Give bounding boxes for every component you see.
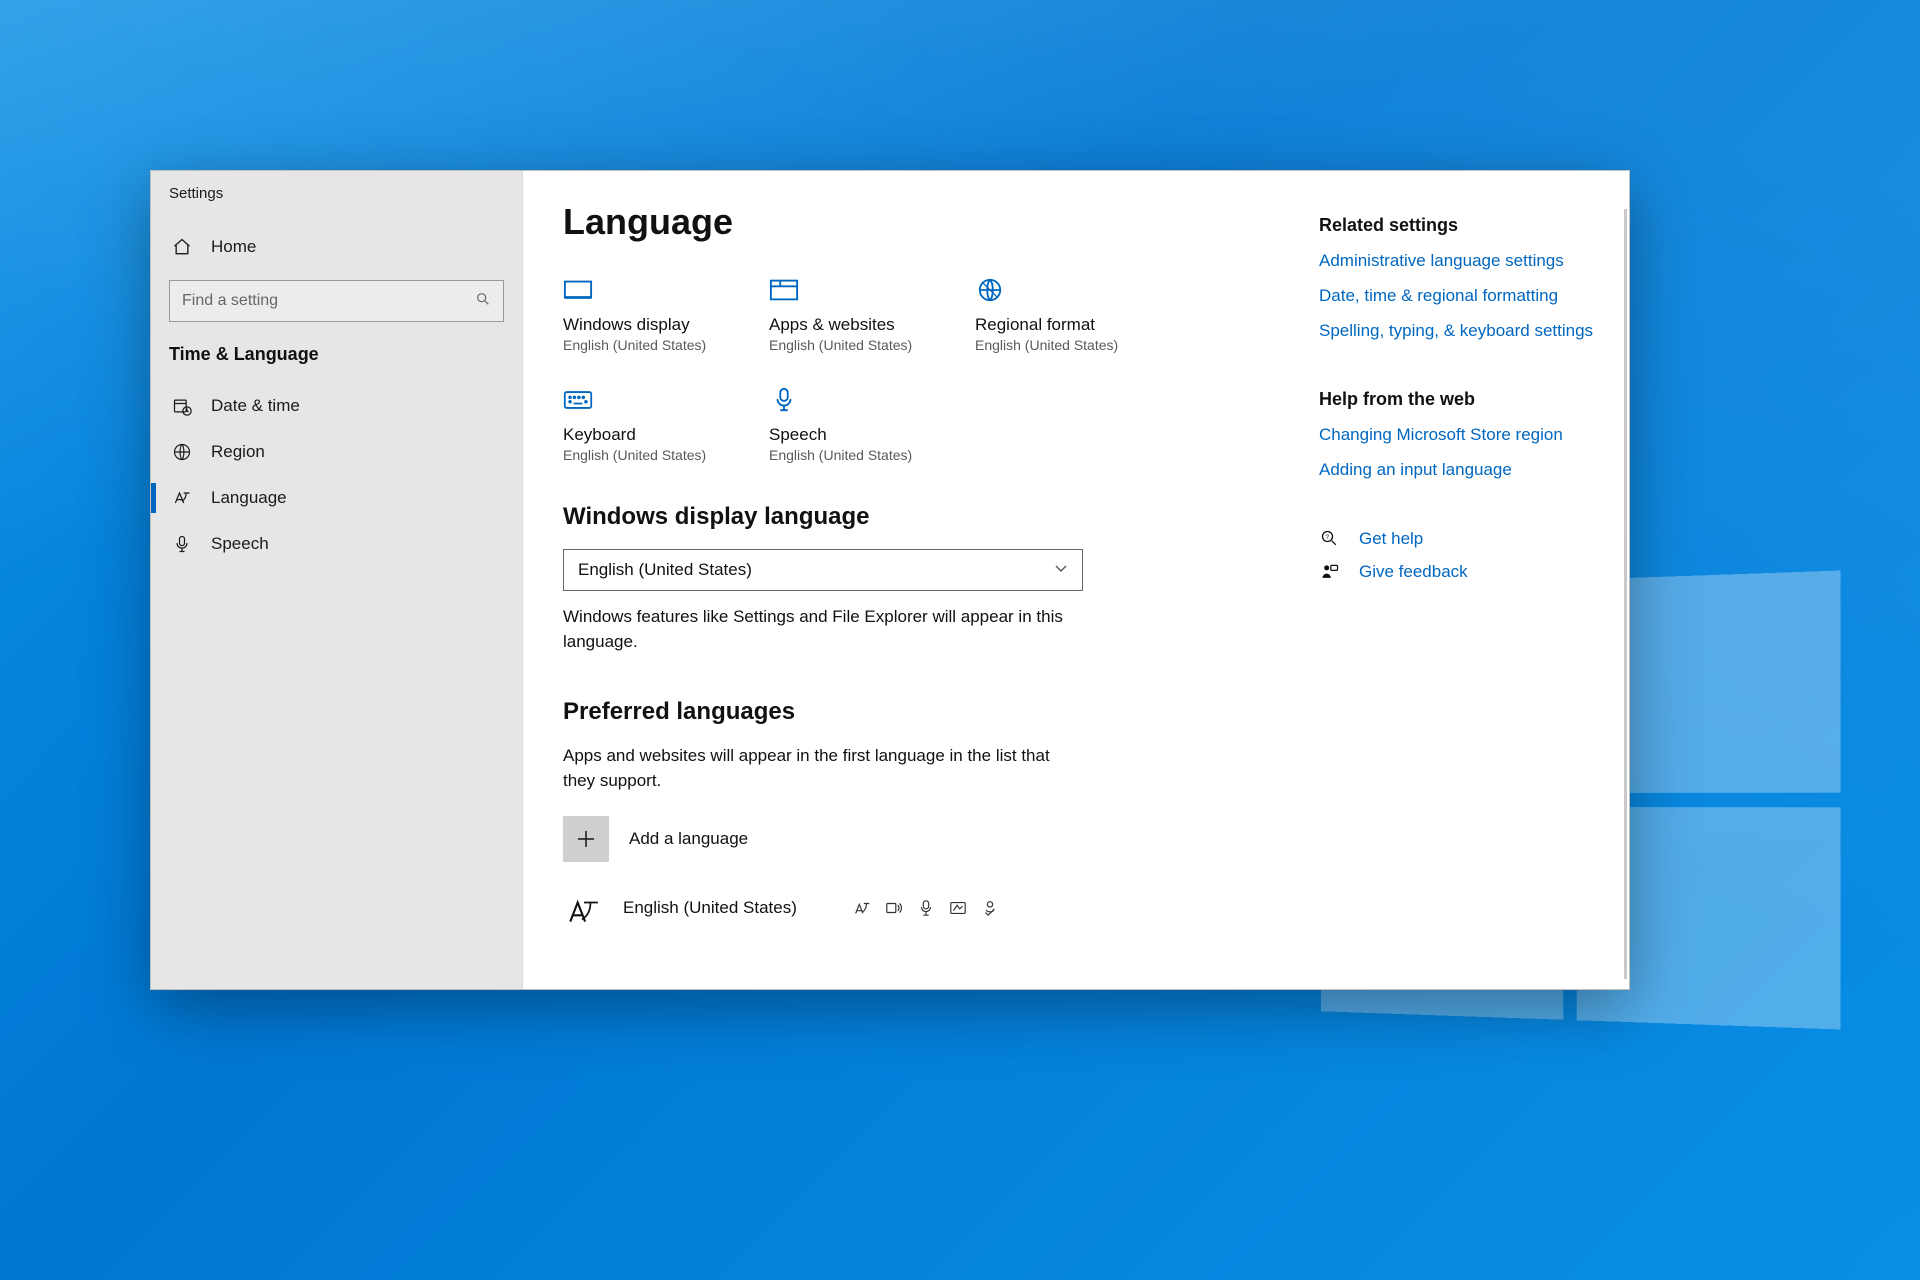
sidebar-home[interactable]: Home [151, 224, 522, 270]
tile-label: Apps & websites [769, 315, 949, 335]
sidebar-item-label: Date & time [211, 396, 300, 416]
sidebar-item-label: Region [211, 442, 265, 462]
display-language-value: English (United States) [578, 560, 752, 580]
help-chat-icon: ? [1319, 528, 1341, 550]
tile-label: Keyboard [563, 425, 743, 445]
page-title: Language [563, 201, 1279, 243]
link-date-time-regional[interactable]: Date, time & regional formatting [1319, 285, 1601, 308]
check-icon [981, 899, 999, 917]
display-language-heading: Windows display language [563, 503, 1279, 531]
language-name: English (United States) [623, 898, 797, 918]
text-to-speech-icon [885, 899, 903, 917]
main-panel: Language Windows display English (United… [523, 171, 1629, 989]
calendar-clock-icon [171, 395, 193, 417]
microphone-icon [171, 533, 193, 555]
sidebar-item-label: Language [211, 488, 287, 508]
app-title: Settings [151, 179, 522, 224]
search-input[interactable] [182, 292, 475, 310]
add-language-button[interactable]: Add a language [563, 816, 748, 862]
overview-tiles: Windows display English (United States) … [563, 275, 1279, 463]
preferred-languages-heading: Preferred languages [563, 698, 1279, 726]
tile-sub: English (United States) [563, 447, 743, 463]
globe-icon [171, 441, 193, 463]
tile-apps-websites[interactable]: Apps & websites English (United States) [769, 275, 949, 353]
tile-label: Windows display [563, 315, 743, 335]
keyboard-icon [563, 385, 743, 415]
content-area: Language Windows display English (United… [523, 171, 1319, 989]
related-settings-heading: Related settings [1319, 215, 1601, 236]
sidebar-home-label: Home [211, 237, 256, 257]
chevron-down-icon [1054, 560, 1068, 580]
link-spelling-typing-keyboard[interactable]: Spelling, typing, & keyboard settings [1319, 320, 1601, 343]
tile-sub: English (United States) [975, 337, 1155, 353]
language-capabilities [853, 899, 1279, 917]
tile-windows-display[interactable]: Windows display English (United States) [563, 275, 743, 353]
display-icon [563, 275, 743, 305]
help-from-web-heading: Help from the web [1319, 389, 1601, 410]
tile-speech[interactable]: Speech English (United States) [769, 385, 949, 463]
speech-recognition-icon [917, 899, 935, 917]
sidebar-item-date-time[interactable]: Date & time [151, 383, 522, 429]
sidebar: Settings Home Time & Language Date & tim… [151, 171, 523, 989]
handwriting-icon [949, 899, 967, 917]
display-language-dropdown[interactable]: English (United States) [563, 549, 1083, 591]
tile-sub: English (United States) [769, 337, 949, 353]
get-help-link[interactable]: Get help [1359, 528, 1423, 551]
right-rail: Related settings Administrative language… [1319, 171, 1629, 989]
tile-keyboard[interactable]: Keyboard English (United States) [563, 385, 743, 463]
window-icon [769, 275, 949, 305]
preferred-languages-hint: Apps and websites will appear in the fir… [563, 744, 1083, 793]
microphone-icon [769, 385, 949, 415]
give-feedback-row[interactable]: Give feedback [1319, 561, 1601, 584]
sidebar-item-label: Speech [211, 534, 269, 554]
sidebar-item-language[interactable]: Language [151, 475, 522, 521]
language-row-english-us[interactable]: English (United States) [563, 888, 1279, 928]
search-icon [475, 291, 491, 311]
language-glyph-icon [563, 888, 603, 928]
region-globe-icon [975, 275, 1155, 305]
feedback-person-icon [1319, 561, 1341, 583]
link-admin-language-settings[interactable]: Administrative language settings [1319, 250, 1601, 273]
display-pack-icon [853, 899, 871, 917]
home-icon [171, 236, 193, 258]
sidebar-item-region[interactable]: Region [151, 429, 522, 475]
scrollbar[interactable] [1624, 209, 1627, 979]
link-add-input-language[interactable]: Adding an input language [1319, 459, 1601, 482]
display-language-hint: Windows features like Settings and File … [563, 605, 1083, 654]
add-language-label: Add a language [629, 829, 748, 849]
sidebar-section-title: Time & Language [151, 338, 522, 383]
search-box[interactable] [169, 280, 504, 322]
tile-label: Regional format [975, 315, 1155, 335]
sidebar-item-speech[interactable]: Speech [151, 521, 522, 567]
get-help-row[interactable]: ? Get help [1319, 528, 1601, 551]
settings-window: Settings Home Time & Language Date & tim… [150, 170, 1630, 990]
language-icon [171, 487, 193, 509]
tile-regional-format[interactable]: Regional format English (United States) [975, 275, 1155, 353]
svg-text:?: ? [1325, 534, 1329, 541]
give-feedback-link[interactable]: Give feedback [1359, 561, 1468, 584]
plus-icon [563, 816, 609, 862]
tile-sub: English (United States) [769, 447, 949, 463]
link-change-store-region[interactable]: Changing Microsoft Store region [1319, 424, 1601, 447]
tile-label: Speech [769, 425, 949, 445]
tile-sub: English (United States) [563, 337, 743, 353]
